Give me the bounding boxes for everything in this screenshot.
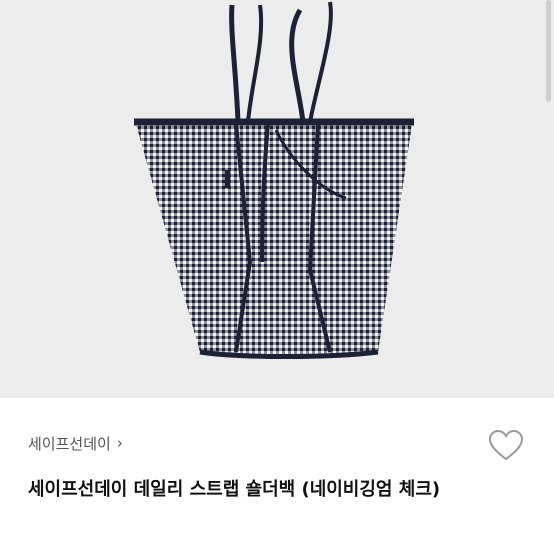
wishlist-heart-button[interactable]: [486, 426, 526, 466]
brand-link[interactable]: 세이프선데이 ›: [28, 430, 123, 456]
product-image[interactable]: [0, 0, 554, 398]
chevron-right-icon: ›: [116, 434, 123, 452]
brand-name: 세이프선데이: [28, 434, 111, 453]
heart-outline-icon: [488, 429, 524, 461]
product-title: 세이프선데이 데일리 스트랩 숄더백 (네이비깅엄 체크): [28, 479, 441, 500]
tote-bag-illustration: [134, 1, 414, 359]
scrollbar[interactable]: [546, 0, 551, 102]
